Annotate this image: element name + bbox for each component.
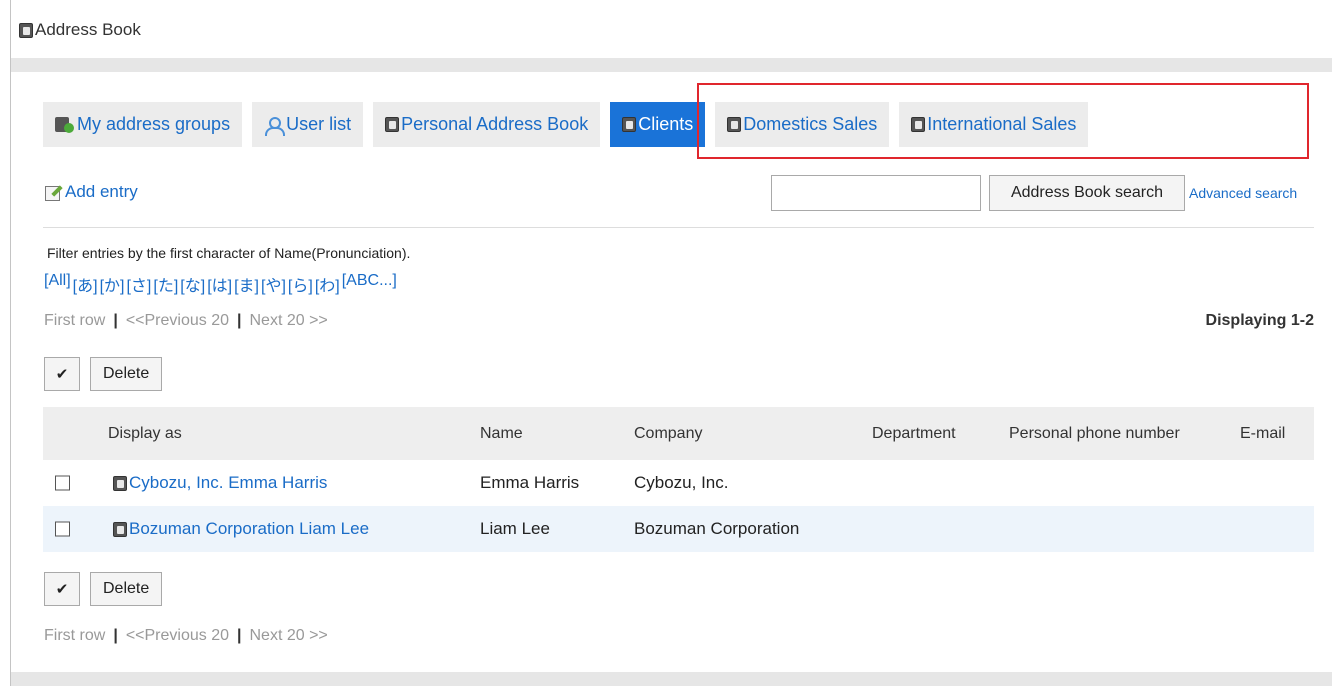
entry-display-text: Bozuman Corporation Liam Lee [129, 519, 370, 538]
page-title-text: Address Book [35, 20, 141, 39]
cell-company: Cybozu, Inc. [634, 473, 729, 492]
header-company[interactable]: Company [634, 425, 702, 443]
filter-link-ha[interactable]: [は] [207, 272, 232, 296]
previous-page-link: <<Previous 20 [125, 312, 229, 329]
cell-name: Emma Harris [480, 473, 580, 492]
address-book-icon [622, 117, 637, 132]
tab-international-sales[interactable]: International Sales [899, 102, 1089, 147]
filter-link-ka[interactable]: [か] [100, 272, 125, 296]
filter-link-wa[interactable]: [わ] [315, 272, 340, 296]
entries-table: Display as Name Company Department Perso… [43, 407, 1314, 552]
delete-button[interactable]: Delete [90, 572, 163, 606]
page-title: Address Book [19, 20, 141, 40]
filter-link-abc[interactable]: [ABC...] [342, 272, 397, 296]
displaying-count: Displaying 1-2 [1205, 312, 1314, 329]
filter-link-a[interactable]: [あ] [73, 272, 98, 296]
cell-company: Bozuman Corporation [634, 519, 800, 538]
address-book-icon [113, 475, 127, 491]
main-content: My address groups User list Personal Add… [11, 72, 1332, 672]
tab-label: International Sales [927, 114, 1077, 134]
pager-top: First row | <<Previous 20 | Next 20 >> [44, 312, 328, 330]
tab-domestics-sales[interactable]: Domestics Sales [715, 102, 890, 147]
table-row: Bozuman Corporation Liam Lee Liam Lee Bo… [43, 506, 1314, 552]
pager-separator: | [113, 312, 118, 329]
header-phone[interactable]: Personal phone number [1009, 425, 1180, 443]
tab-label: User list [286, 114, 352, 134]
header-department[interactable]: Department [872, 425, 956, 443]
filter-links: [All] [あ] [か] [さ] [た] [な] [は] [ま] [や] [ら… [44, 272, 399, 296]
tab-label: Clients [638, 114, 694, 134]
table-header: Display as Name Company Department Perso… [43, 407, 1314, 460]
address-book-icon [727, 117, 742, 132]
address-book-icon [911, 117, 926, 132]
filter-link-ta[interactable]: [た] [153, 272, 178, 296]
entry-display-link[interactable]: Bozuman Corporation Liam Lee [113, 519, 369, 539]
add-entry-label: Add entry [65, 182, 138, 201]
header-email[interactable]: E-mail [1240, 425, 1285, 443]
pager-separator: | [237, 627, 242, 644]
edit-icon [45, 184, 63, 201]
filter-description: Filter entries by the first character of… [47, 245, 411, 261]
bottom-divider-bar [11, 672, 1332, 686]
address-book-icon [113, 521, 127, 537]
entry-display-link[interactable]: Cybozu, Inc. Emma Harris [113, 473, 327, 493]
previous-page-link: <<Previous 20 [125, 627, 229, 644]
filter-link-all[interactable]: [All] [44, 272, 71, 296]
address-book-window: Address Book My address groups User list… [10, 0, 1332, 686]
table-row: Cybozu, Inc. Emma Harris Emma Harris Cyb… [43, 460, 1314, 506]
row-checkbox[interactable] [55, 521, 70, 537]
pager-separator: | [237, 312, 242, 329]
pager-bottom: First row | <<Previous 20 | Next 20 >> [44, 627, 328, 645]
filter-link-ra[interactable]: [ら] [288, 272, 313, 296]
next-page-link: Next 20 >> [249, 627, 328, 644]
header-name[interactable]: Name [480, 425, 523, 443]
tab-personal-address-book[interactable]: Personal Address Book [373, 102, 601, 147]
section-divider [43, 227, 1314, 228]
filter-link-sa[interactable]: [さ] [126, 272, 151, 296]
title-bar: Address Book [11, 0, 1332, 58]
action-buttons-bottom: ✔ Delete [44, 572, 163, 606]
tab-clients[interactable]: Clients [610, 102, 706, 147]
search-input[interactable] [771, 175, 981, 211]
filter-link-na[interactable]: [な] [180, 272, 205, 296]
select-all-button[interactable]: ✔ [44, 572, 80, 606]
tab-label: Personal Address Book [401, 114, 589, 134]
pager-separator: | [113, 627, 118, 644]
address-book-search-button[interactable]: Address Book search [989, 175, 1185, 211]
tab-label: My address groups [77, 114, 231, 134]
next-page-link: Next 20 >> [249, 312, 328, 329]
filter-link-ya[interactable]: [や] [261, 272, 286, 296]
address-book-icon [19, 22, 33, 38]
delete-button[interactable]: Delete [90, 357, 163, 391]
address-group-icon [55, 116, 75, 133]
address-book-icon [385, 117, 400, 132]
top-divider-bar [11, 58, 1332, 72]
select-all-button[interactable]: ✔ [44, 357, 80, 391]
row-checkbox[interactable] [55, 475, 70, 491]
user-icon [264, 116, 286, 136]
add-entry-link[interactable]: Add entry [45, 182, 138, 202]
tab-user-list[interactable]: User list [252, 102, 364, 147]
address-book-tabs: My address groups User list Personal Add… [43, 102, 1089, 147]
action-buttons-top: ✔ Delete [44, 357, 163, 391]
first-row-link: First row [44, 627, 106, 644]
filter-link-ma[interactable]: [ま] [234, 272, 259, 296]
cell-name: Liam Lee [480, 519, 550, 538]
tab-my-address-groups[interactable]: My address groups [43, 102, 243, 147]
header-display-as[interactable]: Display as [108, 425, 182, 443]
first-row-link: First row [44, 312, 106, 329]
tab-label: Domestics Sales [743, 114, 878, 134]
advanced-search-link[interactable]: Advanced search [1189, 185, 1297, 201]
entry-display-text: Cybozu, Inc. Emma Harris [129, 473, 328, 492]
